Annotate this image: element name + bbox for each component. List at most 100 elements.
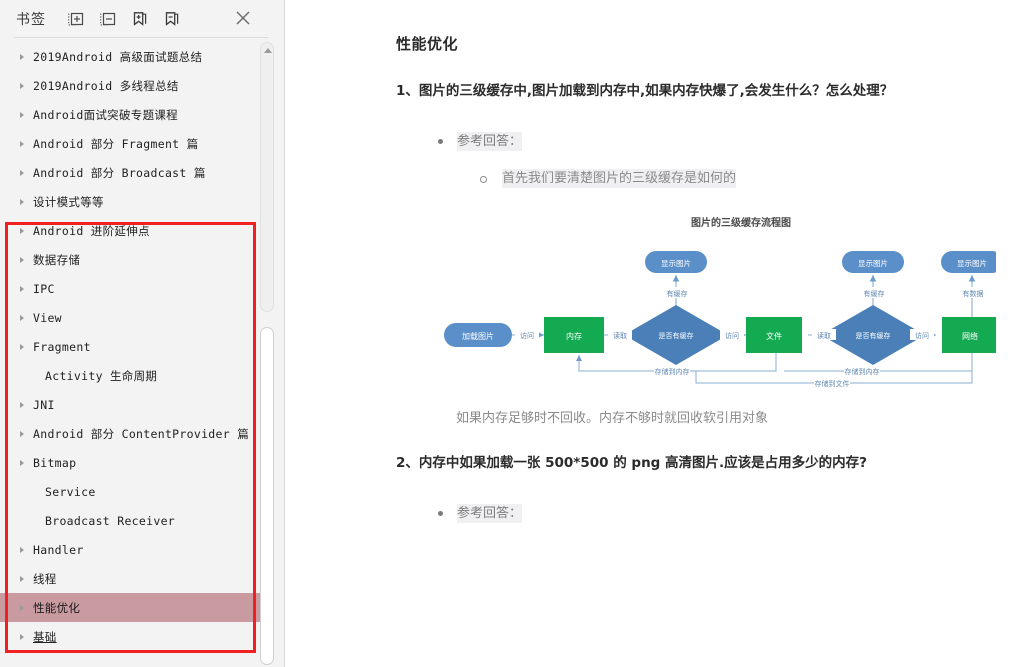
bookmark-item-label: View bbox=[29, 311, 62, 325]
bookmark-item[interactable]: IPC bbox=[0, 274, 262, 303]
bookmark-item[interactable]: Service bbox=[0, 477, 262, 506]
svg-text:存储到内存: 存储到内存 bbox=[845, 367, 880, 376]
bookmark-item[interactable]: Android面试突破专题课程 bbox=[0, 100, 262, 129]
expand-arrow-icon[interactable] bbox=[17, 255, 29, 265]
expand-arrow-icon[interactable] bbox=[17, 458, 29, 468]
bookmark-item-label: Bitmap bbox=[29, 456, 76, 470]
expand-arrow-icon[interactable] bbox=[17, 342, 29, 352]
scrollbar-track-upper[interactable] bbox=[260, 42, 274, 312]
svg-text:存储到内存: 存储到内存 bbox=[655, 367, 690, 376]
svg-text:访问: 访问 bbox=[520, 331, 534, 340]
bookmark-item[interactable]: Android 进阶延伸点 bbox=[0, 216, 262, 245]
svg-text:访问: 访问 bbox=[915, 331, 929, 340]
bookmark-item-label: Android 部分 ContentProvider 篇 bbox=[29, 426, 249, 442]
bookmark-item[interactable]: Android 部分 Broadcast 篇 bbox=[0, 158, 262, 187]
answer-1-label: 参考回答： bbox=[457, 132, 522, 151]
expand-arrow-icon[interactable] bbox=[17, 603, 29, 613]
bookmark-item-label: JNI bbox=[29, 398, 55, 412]
bookmark-item[interactable]: 2019Android 高级面试题总结 bbox=[0, 42, 262, 71]
bookmark-item-label: IPC bbox=[29, 282, 55, 296]
bookmark-item[interactable]: 线程 bbox=[0, 564, 262, 593]
bookmark-item[interactable]: Broadcast Receiver bbox=[0, 506, 262, 535]
bookmark-item[interactable]: View bbox=[0, 303, 262, 332]
add-bookmark-icon[interactable] bbox=[130, 9, 150, 29]
bookmark-item-label: Activity 生命周期 bbox=[29, 368, 157, 384]
expand-arrow-icon[interactable] bbox=[17, 139, 29, 149]
svg-text:读取: 读取 bbox=[613, 331, 627, 340]
bookmark-item[interactable]: 2019Android 多线程总结 bbox=[0, 71, 262, 100]
panel-title: 书签 bbox=[16, 9, 46, 29]
close-icon[interactable] bbox=[234, 9, 252, 27]
bookmark-item-label: 基础 bbox=[29, 629, 57, 645]
bookmark-item-label: Handler bbox=[29, 543, 84, 557]
expand-arrow-icon[interactable] bbox=[17, 52, 29, 62]
flowchart-title: 图片的三级缓存流程图 bbox=[531, 214, 951, 229]
expand-arrow-icon[interactable] bbox=[17, 226, 29, 236]
scroll-up-arrow-icon[interactable] bbox=[264, 48, 272, 53]
svg-text:读取: 读取 bbox=[817, 331, 831, 340]
expand-arrow-icon[interactable] bbox=[17, 574, 29, 584]
expand-arrow-icon[interactable] bbox=[17, 429, 29, 439]
bookmark-item[interactable]: Fragment bbox=[0, 332, 262, 361]
page-title: 性能优化 bbox=[396, 33, 996, 54]
answer-2-bullet: 参考回答： bbox=[438, 504, 996, 523]
three-level-cache-flowchart: 加载图片 内存 是否有缓存 显示图片 文件 是否有缓存 显示图片 bbox=[436, 243, 996, 393]
document-content: 性能优化 1、图片的三级缓存中,图片加载到内存中,如果内存快爆了,会发生什么？怎… bbox=[396, 0, 996, 523]
answer-1-bullet: 参考回答： bbox=[438, 132, 996, 151]
svg-text:文件: 文件 bbox=[766, 331, 782, 341]
expand-arrow-icon[interactable] bbox=[17, 81, 29, 91]
expand-arrow-icon[interactable] bbox=[17, 632, 29, 642]
svg-text:是否有缓存: 是否有缓存 bbox=[856, 331, 891, 340]
bookmark-item-label: 2019Android 高级面试题总结 bbox=[29, 49, 202, 65]
question-2: 2、内存中如果加载一张 500*500 的 png 高清图片.应该是占用多少的内… bbox=[396, 444, 926, 482]
bookmark-item-label: 线程 bbox=[29, 571, 57, 587]
svg-text:显示图片: 显示图片 bbox=[957, 258, 987, 268]
svg-text:网络: 网络 bbox=[962, 331, 978, 341]
question-1: 1、图片的三级缓存中,图片加载到内存中,如果内存快爆了,会发生什么？怎么处理？ bbox=[396, 72, 926, 110]
expand-arrow-icon[interactable] bbox=[17, 313, 29, 323]
remove-bookmark-icon[interactable] bbox=[162, 9, 182, 29]
bullet-dot-icon bbox=[438, 139, 443, 144]
bookmark-item[interactable]: 性能优化 bbox=[0, 593, 262, 622]
bookmark-item[interactable]: 设计模式等等 bbox=[0, 187, 262, 216]
scrollbar-thumb[interactable] bbox=[260, 327, 274, 665]
bookmark-item-label: 性能优化 bbox=[29, 600, 80, 616]
svg-text:有缓存: 有缓存 bbox=[667, 289, 688, 298]
bookmark-scrollbar[interactable] bbox=[260, 42, 274, 667]
bookmark-item-label: 数据存储 bbox=[29, 252, 80, 268]
memory-note: 如果内存足够时不回收。内存不够时就回收软引用对象 bbox=[456, 407, 996, 426]
expand-arrow-icon[interactable] bbox=[17, 400, 29, 410]
expand-arrow-icon[interactable] bbox=[17, 545, 29, 555]
svg-text:存储到文件: 存储到文件 bbox=[815, 379, 850, 388]
bookmark-item[interactable]: Android 部分 ContentProvider 篇 bbox=[0, 419, 262, 448]
bookmark-item-label: Android 部分 Fragment 篇 bbox=[29, 136, 198, 152]
document-viewer: 性能优化 1、图片的三级缓存中,图片加载到内存中,如果内存快爆了,会发生什么？怎… bbox=[286, 0, 1012, 667]
bookmark-item-label: Android 进阶延伸点 bbox=[29, 223, 150, 239]
bullet-dot-icon bbox=[438, 511, 443, 516]
bookmark-item[interactable]: 数据存储 bbox=[0, 245, 262, 274]
svg-text:访问: 访问 bbox=[725, 331, 739, 340]
bookmark-toolbar bbox=[66, 9, 182, 29]
bookmark-item-label: 2019Android 多线程总结 bbox=[29, 78, 179, 94]
expand-all-icon[interactable] bbox=[66, 9, 86, 29]
bookmark-item[interactable]: Bitmap bbox=[0, 448, 262, 477]
expand-arrow-icon[interactable] bbox=[17, 284, 29, 294]
bookmark-item[interactable]: Android 部分 Fragment 篇 bbox=[0, 129, 262, 158]
expand-arrow-icon[interactable] bbox=[17, 197, 29, 207]
collapse-all-icon[interactable] bbox=[98, 9, 118, 29]
svg-text:有缓存: 有缓存 bbox=[864, 289, 885, 298]
bookmark-item-label: Android 部分 Broadcast 篇 bbox=[29, 165, 206, 181]
bookmark-item[interactable]: 基础 bbox=[0, 622, 262, 651]
expand-arrow-icon[interactable] bbox=[17, 168, 29, 178]
bookmark-item-label: Android面试突破专题课程 bbox=[29, 107, 178, 123]
bookmark-item-label: 设计模式等等 bbox=[29, 194, 104, 210]
bookmark-item[interactable]: Activity 生命周期 bbox=[0, 361, 262, 390]
answer-1-sub-bullet: 首先我们要清楚图片的三级缓存是如何的 bbox=[480, 169, 996, 188]
bookmark-item-label: Fragment bbox=[29, 340, 91, 354]
bookmark-panel-header: 书签 bbox=[0, 0, 284, 37]
bookmark-item[interactable]: Handler bbox=[0, 535, 262, 564]
expand-arrow-icon[interactable] bbox=[17, 110, 29, 120]
bookmark-panel: 书签 bbox=[0, 0, 285, 667]
svg-text:内存: 内存 bbox=[566, 331, 582, 341]
bookmark-item[interactable]: JNI bbox=[0, 390, 262, 419]
